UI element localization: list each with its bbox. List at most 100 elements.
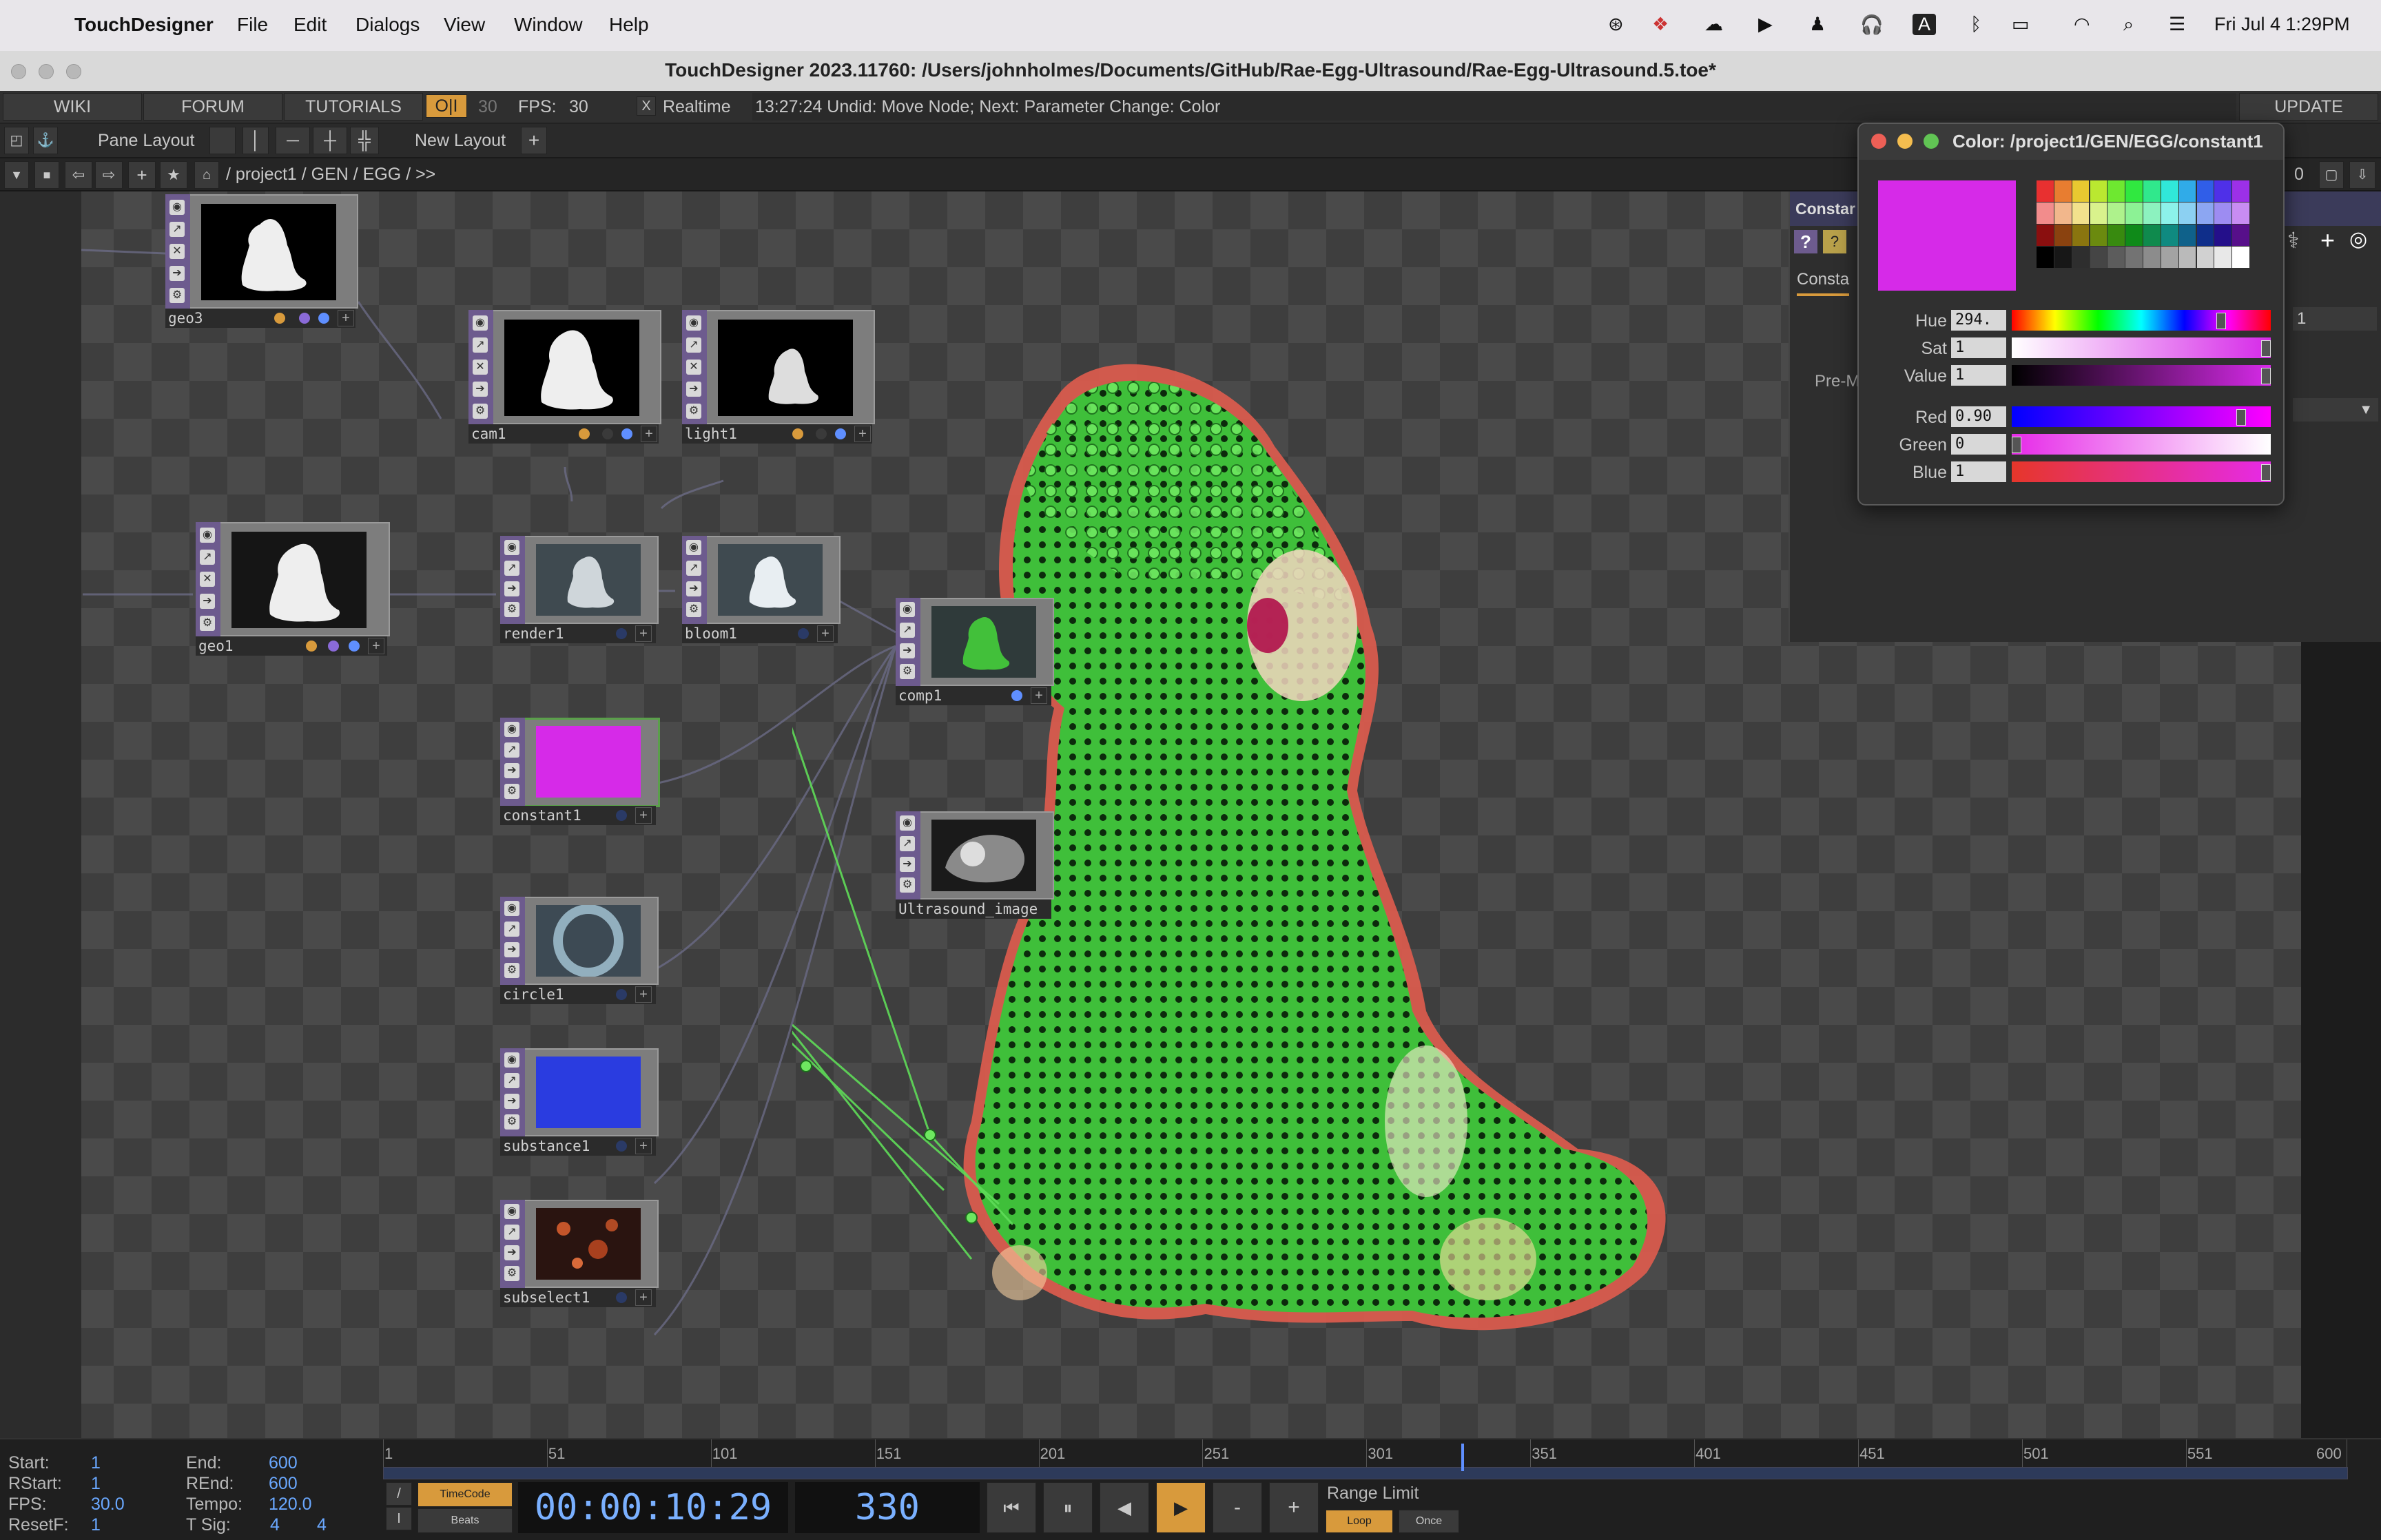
palette-swatch[interactable]: [2161, 180, 2178, 202]
node-viewer-icon[interactable]: ◉: [900, 602, 915, 617]
frame-display[interactable]: 330: [795, 1482, 980, 1533]
palette-swatch[interactable]: [2196, 202, 2214, 224]
node-display-icon[interactable]: ↗: [473, 337, 488, 353]
skip-to-start-icon[interactable]: ⏮: [987, 1482, 1036, 1533]
node-display-icon[interactable]: ↗: [900, 623, 915, 638]
cloud-icon[interactable]: ☁: [1704, 14, 1723, 35]
node-bypass-icon[interactable]: ✕: [200, 572, 215, 587]
pickable-flag-icon[interactable]: [318, 313, 329, 324]
palette-swatch[interactable]: [2178, 225, 2196, 246]
palette-swatch[interactable]: [2178, 180, 2196, 202]
update-button[interactable]: UPDATE: [2239, 93, 2378, 121]
sat-slider-knob[interactable]: [2261, 340, 2271, 357]
realtime-checkbox[interactable]: X: [637, 96, 656, 116]
node-label-bloom1[interactable]: bloom1: [682, 624, 838, 643]
menubar-clock[interactable]: Fri Jul 4 1:29PM: [2214, 14, 2350, 35]
viewer-flag-icon[interactable]: [616, 989, 627, 1000]
pane-view-icon[interactable]: ◰: [4, 127, 29, 154]
node-add-icon[interactable]: +: [368, 638, 384, 654]
tab-constant[interactable]: Consta: [1797, 270, 1850, 296]
battery-icon[interactable]: ▭: [2012, 14, 2030, 35]
node-render-icon[interactable]: ➔: [200, 594, 215, 609]
palette-swatch[interactable]: [2090, 225, 2107, 246]
menu-help[interactable]: Help: [609, 14, 649, 36]
node-display-icon[interactable]: ↗: [169, 222, 185, 237]
display-flag-icon[interactable]: [816, 428, 827, 439]
palette-swatch[interactable]: [2125, 247, 2143, 268]
forum-button[interactable]: FORUM: [143, 93, 282, 121]
menu-file[interactable]: File: [237, 14, 268, 36]
palette-swatch[interactable]: [2125, 225, 2143, 246]
step-plus-button[interactable]: +: [1269, 1482, 1319, 1533]
viewer-flag-icon[interactable]: [616, 1292, 627, 1303]
node-display-icon[interactable]: ↗: [504, 1225, 519, 1240]
blue-slider[interactable]: [2012, 461, 2271, 482]
red-slider[interactable]: [2012, 406, 2271, 427]
node-label-constant1[interactable]: constant1: [500, 806, 656, 825]
palette-swatch[interactable]: [2232, 247, 2249, 268]
node-label-render1[interactable]: render1: [500, 624, 656, 643]
display-flag-icon[interactable]: [602, 428, 613, 439]
menu-window[interactable]: Window: [514, 14, 583, 36]
blue-slider-knob[interactable]: [2261, 464, 2271, 481]
palette-swatch[interactable]: [2196, 247, 2214, 268]
param-field-value[interactable]: 1: [2293, 307, 2377, 331]
menu-view[interactable]: View: [444, 14, 485, 36]
node-add-icon[interactable]: +: [338, 310, 354, 326]
layout-quad-button[interactable]: ┼: [313, 127, 347, 154]
viewer-flag-icon[interactable]: [616, 628, 627, 639]
layout-split-v-button[interactable]: │: [243, 127, 269, 154]
palette-swatch[interactable]: [2037, 180, 2054, 202]
rstart-value[interactable]: 1: [91, 1474, 101, 1494]
node-viewer-icon[interactable]: ◉: [686, 540, 701, 555]
node-display-icon[interactable]: ↗: [504, 561, 519, 576]
hue-field[interactable]: 294.: [1951, 310, 2006, 331]
green-slider[interactable]: [2012, 434, 2271, 455]
bluetooth-icon[interactable]: ᛒ: [1970, 14, 1981, 35]
forward-arrow-icon[interactable]: ⇨: [95, 161, 123, 189]
timecode-display[interactable]: 00:00:10:29: [518, 1482, 788, 1533]
tsig-value-denominator[interactable]: 4: [317, 1515, 327, 1535]
node-viewer-icon[interactable]: ◉: [169, 200, 185, 215]
wiki-button[interactable]: WIKI: [3, 93, 142, 121]
node-render-icon[interactable]: ➔: [504, 942, 519, 957]
star-icon[interactable]: ★: [160, 161, 187, 189]
node-render-icon[interactable]: ➔: [169, 266, 185, 281]
node-display-icon[interactable]: ↗: [504, 742, 519, 758]
node-viewer-icon[interactable]: ◉: [504, 901, 519, 916]
green-slider-knob[interactable]: [2012, 437, 2021, 453]
palette-swatch[interactable]: [2178, 202, 2196, 224]
node-lock-icon[interactable]: ⚙: [900, 877, 915, 893]
node-lock-icon[interactable]: ⚙: [169, 288, 185, 303]
play-forward-icon[interactable]: ▶: [1156, 1482, 1206, 1533]
oi-toggle-button[interactable]: O|I: [426, 94, 467, 118]
node-render-icon[interactable]: ➔: [504, 1094, 519, 1109]
menu-edit[interactable]: Edit: [293, 14, 327, 36]
python-help-icon[interactable]: ?: [1823, 230, 1846, 253]
node-add-icon[interactable]: +: [641, 426, 657, 442]
dialog-zoom-button[interactable]: [1924, 134, 1939, 149]
palette-swatch[interactable]: [2214, 180, 2232, 202]
tsig-value-numerator[interactable]: 4: [270, 1515, 280, 1535]
stop-icon[interactable]: ■: [34, 161, 59, 189]
dialog-close-button[interactable]: [1871, 134, 1886, 149]
status-app-icon[interactable]: ⊛: [1608, 14, 1624, 35]
pickable-flag-icon[interactable]: [349, 641, 360, 652]
timecode-toggle[interactable]: TimeCode: [418, 1482, 513, 1507]
palette-swatch[interactable]: [2072, 225, 2090, 246]
palette-swatch[interactable]: [2054, 202, 2072, 224]
node-render-icon[interactable]: ➔: [504, 763, 519, 778]
python-icon[interactable]: ⚕: [2287, 227, 2299, 253]
node-viewer-icon[interactable]: ◉: [504, 1052, 519, 1068]
palette-swatch[interactable]: [2143, 225, 2161, 246]
render-flag-icon[interactable]: [306, 641, 317, 652]
node-add-icon[interactable]: +: [854, 426, 871, 442]
node-viewer-icon[interactable]: ◉: [686, 315, 701, 331]
palette-swatch[interactable]: [2107, 247, 2125, 268]
end-value[interactable]: 600: [269, 1453, 298, 1473]
node-display-icon[interactable]: ↗: [200, 550, 215, 565]
network-home-icon[interactable]: ⌂: [194, 161, 219, 189]
play-circle-icon[interactable]: ▶: [1758, 14, 1773, 35]
node-add-icon[interactable]: +: [635, 1138, 652, 1154]
timeline-ruler[interactable]: 1 51 101 151 201 251 301 351 401 451 501 551 600: [383, 1439, 2360, 1467]
